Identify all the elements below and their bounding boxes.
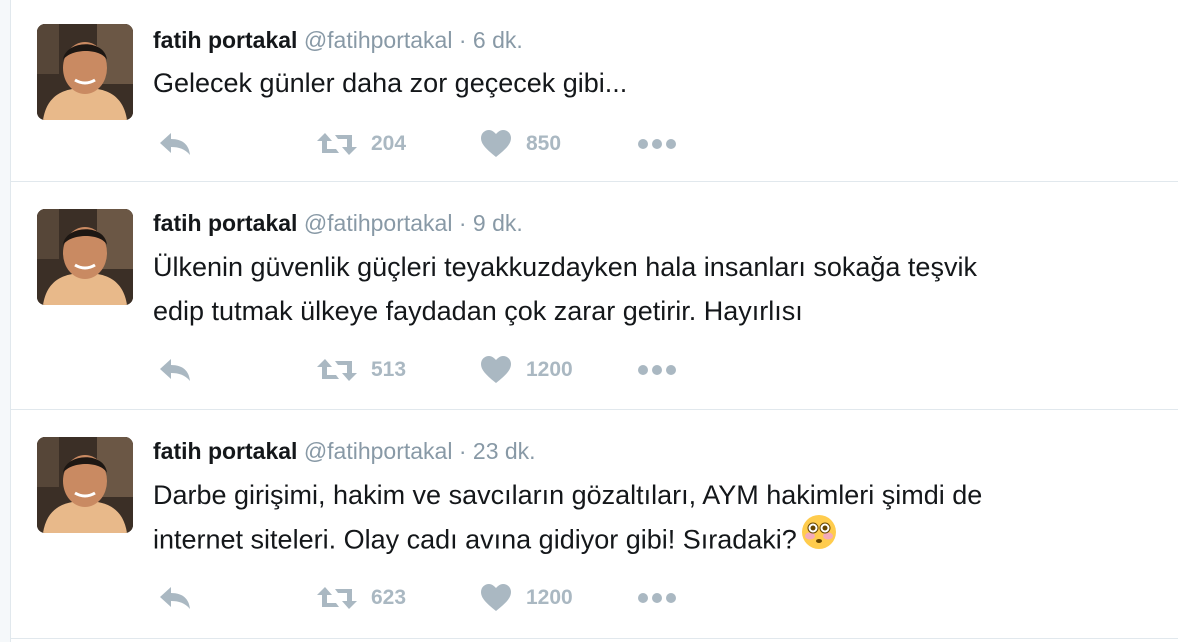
more-dots-icon <box>638 365 676 375</box>
retweet-count: 513 <box>371 358 407 381</box>
timestamp[interactable]: 6 dk. <box>473 27 523 53</box>
tweet-text-line: edip tutmak ülkeye faydadan çok zarar ge… <box>153 296 803 326</box>
retweet-button[interactable]: 623 <box>317 582 406 614</box>
tweet-actions: 623 1200 <box>153 582 713 614</box>
tweet-text-line: Ülkenin güvenlik güçleri teyakkuzdayken … <box>153 252 977 282</box>
reply-icon <box>160 587 190 609</box>
timestamp[interactable]: 9 dk. <box>473 210 523 236</box>
tweet-text: Darbe girişimi, hakim ve savcıların göza… <box>153 473 1153 566</box>
separator: · <box>458 210 467 236</box>
more-button[interactable] <box>637 128 677 160</box>
avatar[interactable] <box>37 209 133 305</box>
author-name[interactable]: fatih portakal <box>153 27 297 53</box>
author-handle[interactable]: @fatihportakal <box>304 210 453 236</box>
tweet-header: fatih portakal @fatihportakal · 9 dk. <box>153 209 523 237</box>
separator: · <box>458 27 467 53</box>
like-button[interactable]: 1200 <box>480 354 573 386</box>
avatar[interactable] <box>37 437 133 533</box>
retweet-count: 623 <box>371 586 407 609</box>
tweet-text-line: internet siteleri. Olay cadı avına gidiy… <box>153 524 797 555</box>
author-handle[interactable]: @fatihportakal <box>304 27 453 53</box>
tweet-text: Ülkenin güvenlik güçleri teyakkuzdayken … <box>153 245 1153 333</box>
tweet-text-line-with-emoji: internet siteleri. Olay cadı avına gidiy… <box>153 514 1153 566</box>
separator: · <box>458 438 467 464</box>
tweet[interactable]: fatih portakal @fatihportakal · 9 dk. Ül… <box>11 182 1178 410</box>
like-button[interactable]: 1200 <box>480 582 573 614</box>
tweet-header: fatih portakal @fatihportakal · 23 dk. <box>153 437 536 465</box>
more-button[interactable] <box>637 582 677 614</box>
tweet-text-line: Darbe girişimi, hakim ve savcıların göza… <box>153 480 983 510</box>
tweet[interactable]: fatih portakal @fatihportakal · 6 dk. Ge… <box>11 0 1178 182</box>
reply-icon <box>160 359 190 381</box>
author-handle[interactable]: @fatihportakal <box>304 438 453 464</box>
heart-icon <box>481 584 511 611</box>
retweet-button[interactable]: 513 <box>317 354 406 386</box>
reply-button[interactable] <box>159 354 193 386</box>
reply-button[interactable] <box>159 128 193 160</box>
avatar[interactable] <box>37 24 133 120</box>
like-count: 850 <box>526 132 562 155</box>
flushed-face-icon <box>801 514 837 563</box>
like-count: 1200 <box>526 586 573 609</box>
tweet[interactable]: fatih portakal @fatihportakal · 23 dk. D… <box>11 410 1178 639</box>
timeline: fatih portakal @fatihportakal · 6 dk. Ge… <box>10 0 1178 642</box>
retweet-icon <box>317 359 357 381</box>
retweet-button[interactable]: 204 <box>317 128 406 160</box>
more-dots-icon <box>638 593 676 603</box>
tweet-actions: 513 1200 <box>153 354 713 386</box>
author-name[interactable]: fatih portakal <box>153 438 297 464</box>
tweet-actions: 204 850 <box>153 128 713 160</box>
like-count: 1200 <box>526 358 573 381</box>
more-dots-icon <box>638 139 676 149</box>
retweet-icon <box>317 587 357 609</box>
retweet-count: 204 <box>371 132 407 155</box>
timestamp[interactable]: 23 dk. <box>473 438 536 464</box>
heart-icon <box>481 356 511 383</box>
tweet-text: Gelecek günler daha zor geçecek gibi... <box>153 61 1153 105</box>
more-button[interactable] <box>637 354 677 386</box>
like-button[interactable]: 850 <box>480 128 561 160</box>
tweet-header: fatih portakal @fatihportakal · 6 dk. <box>153 26 523 54</box>
author-name[interactable]: fatih portakal <box>153 210 297 236</box>
tweet-text-line: Gelecek günler daha zor geçecek gibi... <box>153 68 628 98</box>
reply-button[interactable] <box>159 582 193 614</box>
heart-icon <box>481 130 511 157</box>
retweet-icon <box>317 133 357 155</box>
reply-icon <box>160 133 190 155</box>
